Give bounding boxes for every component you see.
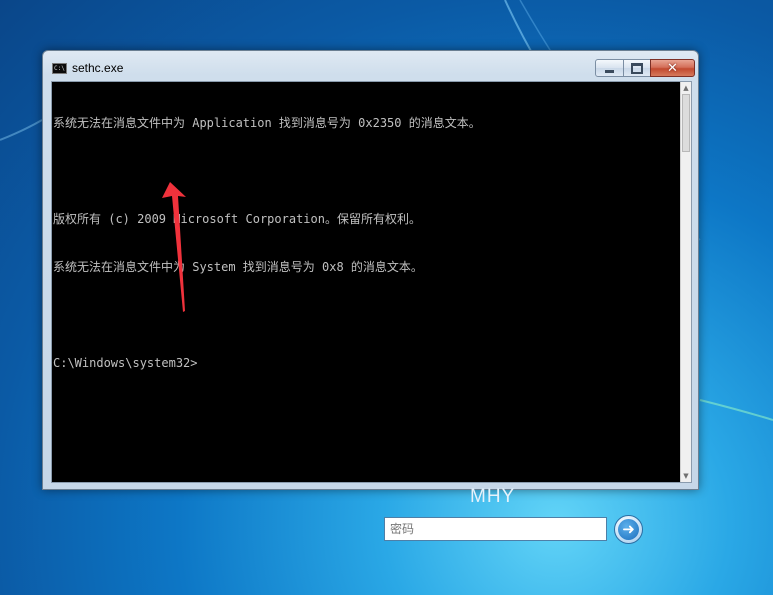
scroll-up-icon[interactable]: ▲ [681, 82, 691, 94]
window-title: sethc.exe [72, 61, 124, 75]
title-bar[interactable]: C:\ sethc.exe ✕ [43, 51, 698, 81]
minimize-button[interactable] [595, 59, 624, 77]
maximize-icon [631, 62, 643, 74]
scroll-down-icon[interactable]: ▼ [681, 470, 691, 482]
console-app-icon: C:\ [52, 63, 67, 74]
close-icon: ✕ [667, 60, 678, 76]
console-window[interactable]: C:\ sethc.exe ✕ 系统无法在消息文件中为 Application … [42, 50, 699, 490]
console-text: 系统无法在消息文件中为 Application 找到消息号为 0x2350 的消… [53, 83, 679, 482]
vertical-scrollbar[interactable]: ▲ ▼ [680, 82, 691, 482]
maximize-button[interactable] [623, 59, 651, 77]
scrollbar-thumb[interactable] [682, 94, 690, 152]
console-prompt-line[interactable]: C:\Windows\system32> [53, 355, 679, 371]
console-output-area[interactable]: 系统无法在消息文件中为 Application 找到消息号为 0x2350 的消… [51, 81, 692, 483]
arrow-right-icon: ➜ [618, 519, 639, 540]
submit-button[interactable]: ➜ [614, 515, 643, 544]
password-input[interactable] [384, 517, 607, 541]
console-line: 系统无法在消息文件中为 Application 找到消息号为 0x2350 的消… [53, 116, 481, 130]
minimize-icon [605, 69, 614, 73]
user-name-label: MHY [470, 486, 516, 507]
close-button[interactable]: ✕ [650, 59, 695, 77]
console-line: 版权所有 (c) 2009 Microsoft Corporation。保留所有… [53, 212, 421, 226]
console-line: 系统无法在消息文件中为 System 找到消息号为 0x8 的消息文本。 [53, 260, 423, 274]
